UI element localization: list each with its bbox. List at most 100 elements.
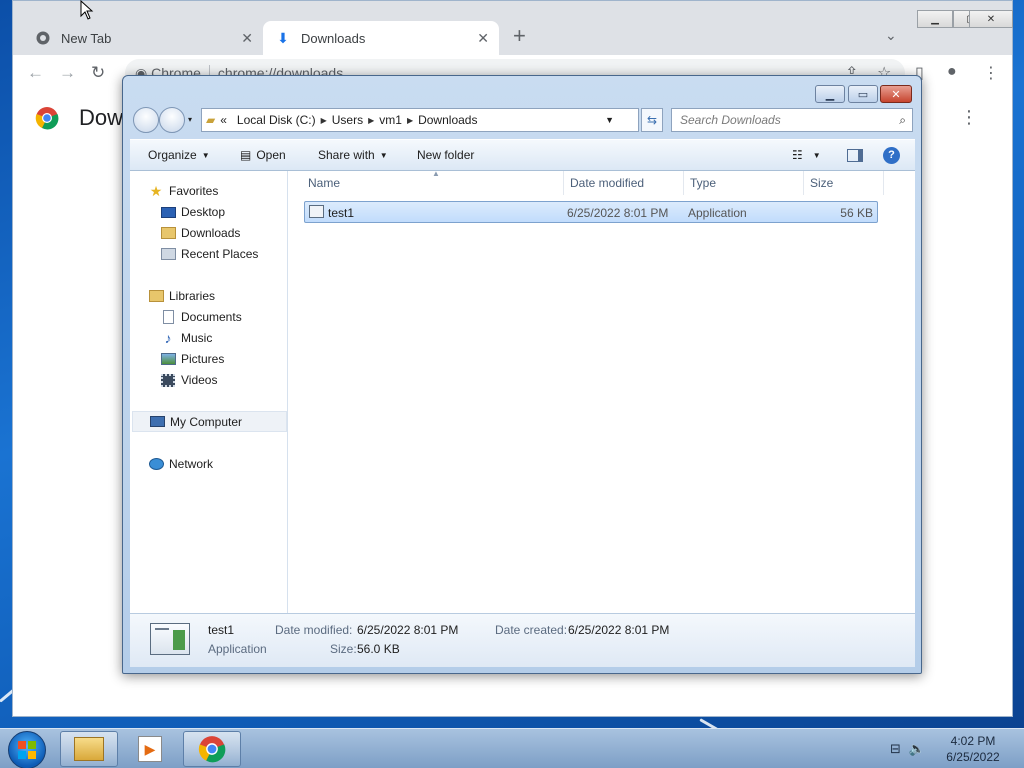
organize-button[interactable]: Organize ▼: [148, 148, 210, 162]
open-button[interactable]: ▤ Open: [240, 148, 286, 162]
nav-label: Network: [169, 457, 214, 471]
taskbar-file-explorer[interactable]: [60, 731, 118, 767]
nav-pictures[interactable]: Pictures: [160, 351, 224, 367]
file-size: 56 KB: [840, 206, 873, 220]
chrome-icon: [198, 736, 226, 763]
column-label: Type: [690, 176, 717, 190]
downloads-folder-icon: [160, 225, 176, 241]
network-status-icon[interactable]: ⊟: [890, 741, 901, 757]
forward-button[interactable]: [159, 107, 185, 133]
chevron-down-icon[interactable]: ⌄: [885, 27, 897, 44]
nav-libraries[interactable]: Libraries: [148, 288, 215, 304]
system-tray: ⊟ 🔈: [890, 741, 925, 757]
command-bar: Organize ▼ ▤ Open Share with ▼ New folder …: [130, 139, 915, 171]
share-with-button[interactable]: Share with ▼: [318, 148, 388, 162]
breadcrumb-vm1[interactable]: vm1: [379, 113, 402, 127]
nav-my-computer[interactable]: My Computer: [132, 411, 287, 432]
search-icon[interactable]: ⌕: [899, 113, 906, 128]
close-icon[interactable]: ✕: [241, 30, 253, 47]
close-button[interactable]: ✕: [969, 10, 1013, 28]
organize-label: Organize: [148, 148, 197, 162]
search-input[interactable]: Search Downloads ⌕: [671, 108, 913, 132]
details-date-modified-label: Date modified:: [275, 623, 353, 637]
nav-label: Downloads: [181, 226, 241, 240]
back-button[interactable]: [133, 107, 159, 133]
close-icon[interactable]: ✕: [477, 30, 489, 47]
navigation-row: ▾ ▰ « Local Disk (C:) ▶ Users ▶ vm1 ▶ Downl…: [131, 107, 913, 133]
chevron-right-icon[interactable]: ▶: [407, 116, 413, 125]
breadcrumb-downloads[interactable]: Downloads: [418, 113, 477, 127]
back-arrow-icon[interactable]: ←: [27, 63, 44, 83]
breadcrumb[interactable]: ▰ « Local Disk (C:) ▶ Users ▶ vm1 ▶ Downloa…: [201, 108, 639, 132]
minimize-button[interactable]: ▁: [815, 85, 845, 103]
documents-icon: [160, 309, 176, 325]
details-type: Application: [208, 642, 267, 656]
minimize-button[interactable]: ▁: [917, 10, 953, 28]
nav-favorites[interactable]: ★ Favorites: [148, 182, 219, 199]
column-label: Date modified: [570, 176, 645, 190]
nav-desktop[interactable]: Desktop: [160, 204, 225, 220]
nav-label: Recent Places: [181, 247, 259, 261]
forward-arrow-icon[interactable]: →: [59, 63, 76, 83]
nav-downloads[interactable]: Downloads: [160, 225, 240, 241]
nav-documents[interactable]: Documents: [160, 309, 242, 325]
download-icon: ⬇: [277, 29, 289, 46]
breadcrumb-overflow[interactable]: «: [220, 113, 227, 127]
nav-label: Favorites: [169, 184, 219, 198]
clock-time: 4:02 PM: [950, 734, 996, 748]
taskbar-chrome[interactable]: [183, 731, 241, 767]
new-tab-button[interactable]: +: [513, 25, 526, 47]
help-icon: ?: [883, 146, 900, 164]
column-header-date-modified[interactable]: Date modified: [564, 171, 684, 195]
clock[interactable]: 4:02 PM 6/25/2022: [930, 733, 1016, 765]
pictures-icon: [160, 351, 176, 367]
videos-icon: [160, 372, 176, 388]
caret-down-icon: ▼: [201, 150, 210, 160]
breadcrumb-local-disk[interactable]: Local Disk (C:): [237, 113, 316, 127]
nav-music[interactable]: ♪ Music: [160, 330, 213, 346]
volume-icon[interactable]: 🔈: [909, 741, 925, 757]
details-date-created: 6/25/2022 8:01 PM: [568, 623, 670, 637]
tab-downloads[interactable]: ⬇ Downloads ✕: [263, 21, 499, 55]
details-date-modified: 6/25/2022 8:01 PM: [357, 623, 459, 637]
nav-network[interactable]: Network: [148, 456, 213, 472]
nav-label: My Computer: [170, 414, 243, 429]
nav-label: Documents: [181, 310, 242, 324]
breadcrumb-users[interactable]: Users: [332, 113, 363, 127]
nav-label: Libraries: [169, 289, 216, 303]
star-icon: ★: [149, 182, 163, 199]
profile-icon[interactable]: ●: [947, 63, 957, 81]
nav-videos[interactable]: Videos: [160, 372, 217, 388]
chevron-right-icon[interactable]: ▶: [321, 116, 327, 125]
column-header-type[interactable]: Type: [684, 171, 804, 195]
explorer-window: ▁ ▭ ✕ ▾ ▰ « Local Disk (C:) ▶ Users ▶ vm1 ▶…: [122, 75, 922, 674]
open-label: Open: [256, 148, 286, 162]
tab-new-tab[interactable]: New Tab ✕: [23, 21, 263, 55]
taskbar: ▶ ⊟ 🔈 4:02 PM 6/25/2022: [0, 728, 1024, 768]
reload-icon[interactable]: ↻: [91, 63, 105, 83]
close-button[interactable]: ✕: [880, 85, 912, 103]
file-list: ▲ Name Date modified Type Size test1 6/2…: [296, 169, 915, 613]
maximize-button[interactable]: ▭: [848, 85, 878, 103]
new-folder-button[interactable]: New folder: [417, 148, 474, 162]
recent-pages-icon[interactable]: ▾: [188, 115, 192, 124]
table-row[interactable]: test1 6/25/2022 8:01 PM Application 56 K…: [304, 201, 878, 223]
column-header-size[interactable]: Size: [804, 171, 884, 195]
chrome-logo-icon: [35, 107, 59, 130]
chevron-down-icon[interactable]: ▼: [605, 115, 614, 125]
menu-icon[interactable]: ⋮: [983, 63, 999, 83]
recent-places-icon: [160, 246, 176, 262]
chevron-right-icon[interactable]: ▶: [368, 116, 374, 125]
more-icon[interactable]: ⋮: [960, 107, 978, 128]
start-button[interactable]: [8, 731, 46, 768]
view-options-button[interactable]: ☷ ▼: [792, 148, 821, 162]
preview-pane-button[interactable]: [847, 148, 863, 162]
help-button[interactable]: ?: [883, 146, 900, 164]
refresh-button[interactable]: ⇆: [641, 108, 663, 132]
column-header-name[interactable]: Name: [302, 171, 564, 195]
nav-recent-places[interactable]: Recent Places: [160, 246, 258, 262]
details-name: test1: [208, 623, 235, 637]
taskbar-media-player[interactable]: ▶: [121, 731, 179, 767]
nav-label: Music: [181, 331, 213, 345]
navigation-pane: ★ Favorites Desktop Downloads Recent Plac…: [130, 171, 288, 613]
